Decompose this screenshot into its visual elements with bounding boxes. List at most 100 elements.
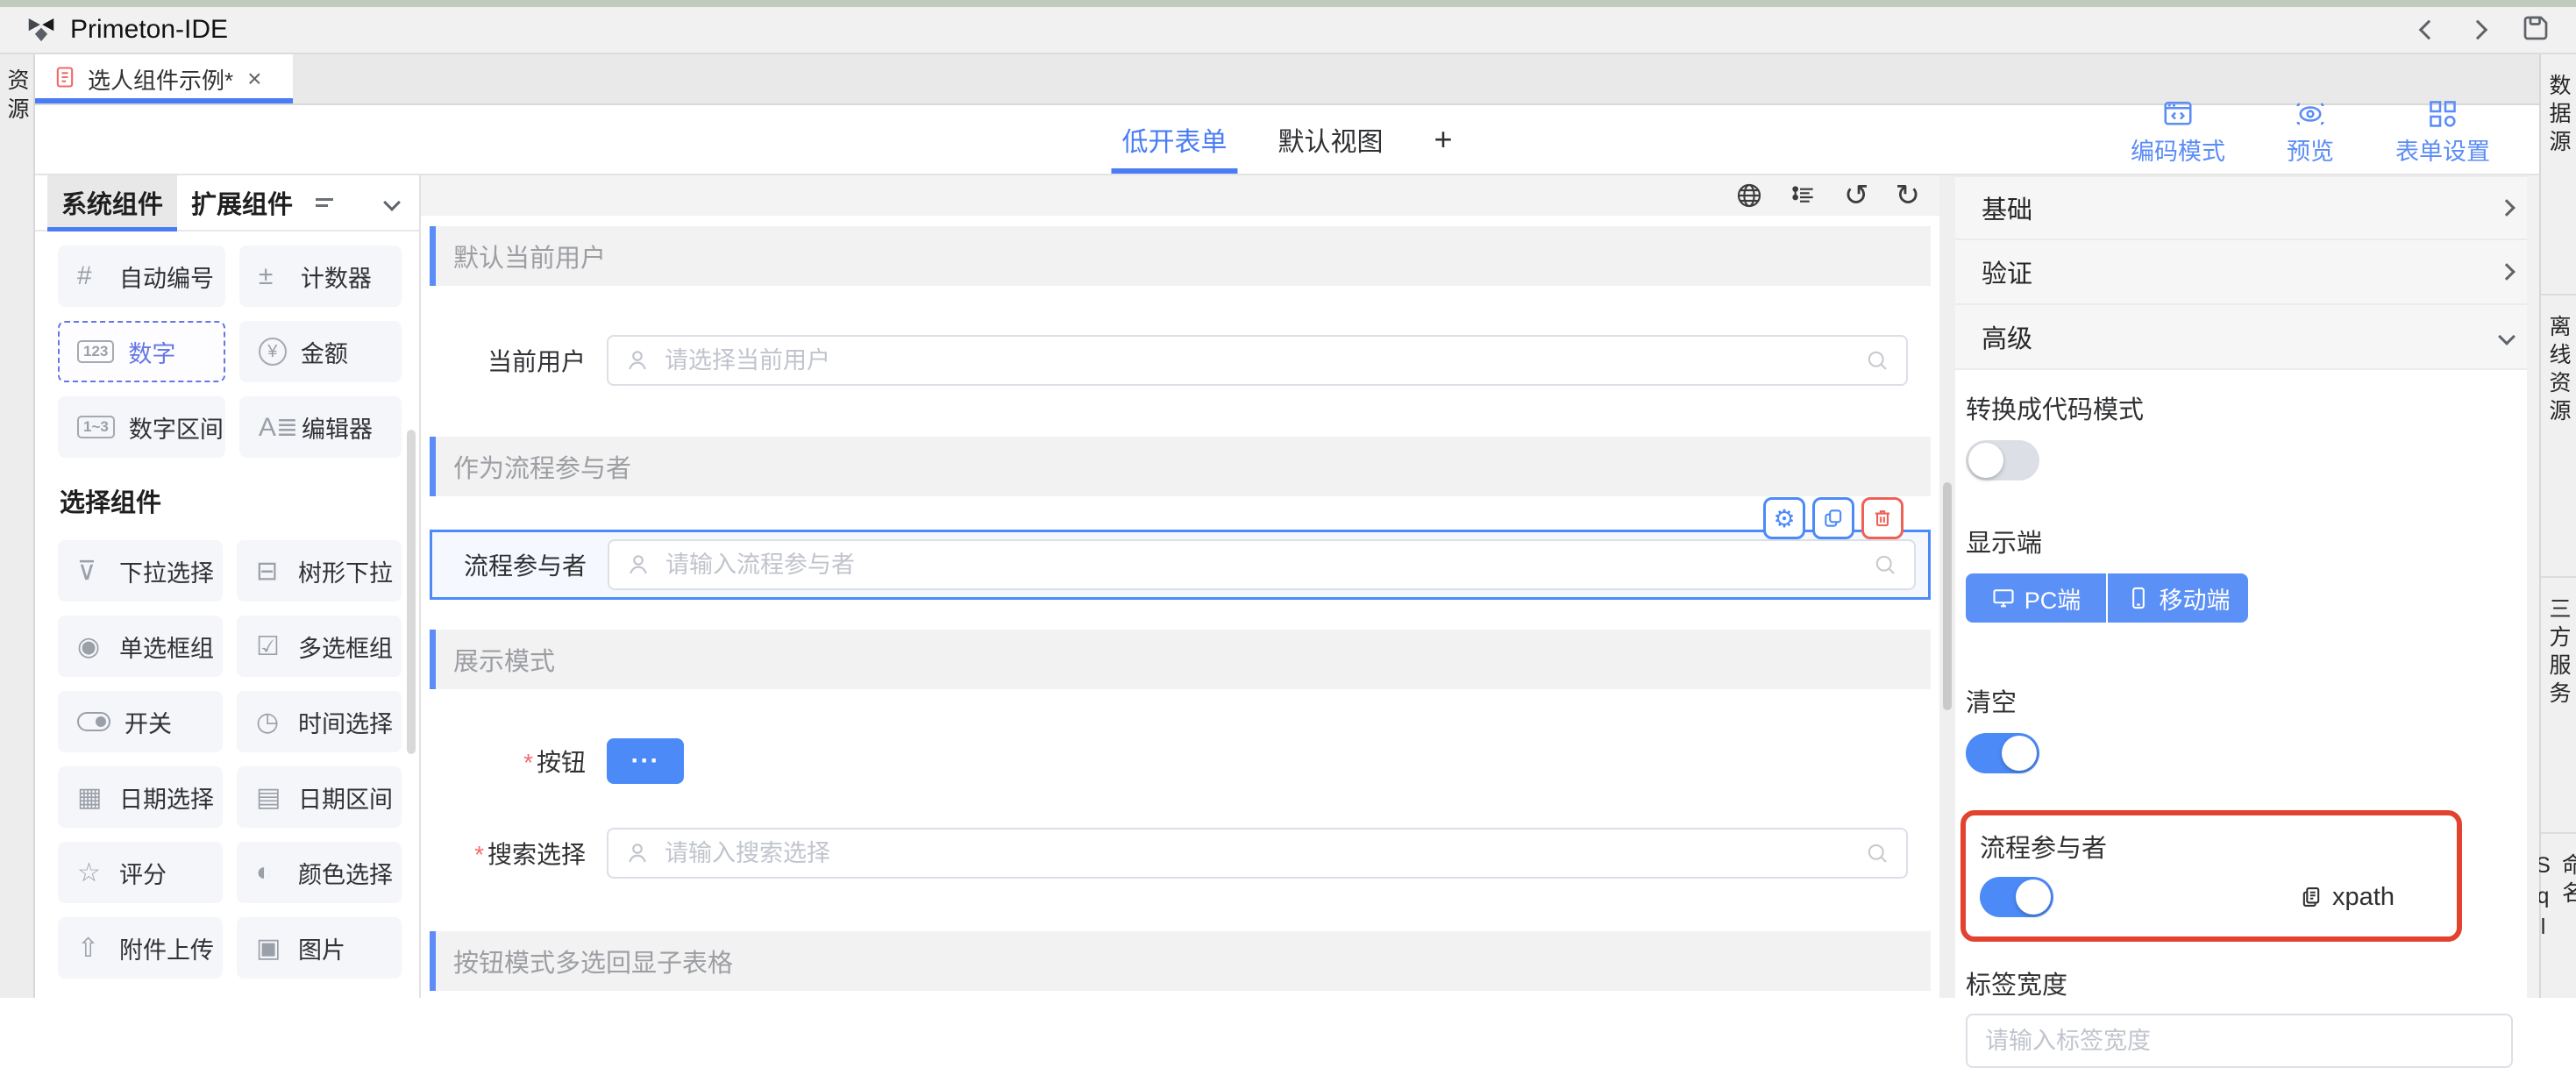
current-user-input-box[interactable] <box>607 335 1908 386</box>
component-item-editor[interactable]: A≣编辑器 <box>239 396 402 458</box>
display-side-segmented: PC端 移动端 <box>1966 573 2248 623</box>
participant-toggle[interactable] <box>1980 877 2053 917</box>
outline-tree-icon[interactable] <box>1790 182 1818 210</box>
dropdown-icon: ⊽ <box>77 556 116 587</box>
section-header-display-mode[interactable]: 展示模式 <box>430 630 1931 689</box>
tab-default-view[interactable]: 默认视图 <box>1277 105 1383 174</box>
current-user-input[interactable] <box>663 346 1864 375</box>
nav-back-icon[interactable] <box>2419 20 2439 40</box>
right-rail-named-sql[interactable]: 命名Sql <box>2541 834 2576 998</box>
component-panel-scrollbar[interactable] <box>407 430 416 754</box>
chevron-right-icon <box>2498 263 2516 281</box>
component-item-number-selected[interactable]: 123数字 <box>58 321 225 382</box>
chevron-right-icon <box>2498 199 2516 217</box>
code-mode-toggle-label: 转换成代码模式 <box>1966 389 2513 426</box>
canvas-toolbar: ↺ ↻ <box>421 175 1939 216</box>
component-item-date-picker[interactable]: ▦日期选择 <box>58 766 223 828</box>
field-search-select[interactable]: *搜索选择 <box>421 828 1908 879</box>
xpath-link[interactable]: xpath <box>2299 883 2395 912</box>
canvas-scrollbar[interactable] <box>1943 482 1952 710</box>
save-icon[interactable] <box>2520 12 2551 48</box>
right-rail-datasource[interactable]: 数据源 <box>2541 54 2576 295</box>
label-width-input[interactable] <box>1966 1014 2513 1068</box>
undo-icon[interactable]: ↺ <box>1844 181 1869 210</box>
component-item-color-picker[interactable]: ◐颜色选择 <box>237 842 402 903</box>
component-item-tree-dropdown[interactable]: ⊟树形下拉 <box>237 540 402 602</box>
doc-tab-active[interactable]: 选人组件示例* × <box>35 54 293 103</box>
mobile-side-button[interactable]: 移动端 <box>2108 573 2248 623</box>
component-list: #自动编号 ±计数器 123数字 ¥金额 1~3数字区间 A≣编辑器 选择组件 … <box>35 231 419 998</box>
tab-extension-components[interactable]: 扩展组件 <box>177 175 307 230</box>
component-item-date-range[interactable]: ▤日期区间 <box>237 766 402 828</box>
monitor-icon <box>1991 586 2016 610</box>
field-delete-button[interactable] <box>1861 497 1904 539</box>
clear-toggle[interactable] <box>1966 733 2039 773</box>
component-item-number-range[interactable]: 1~3数字区间 <box>58 396 225 458</box>
globe-icon[interactable] <box>1735 182 1763 210</box>
participant-input-box[interactable] <box>608 539 1916 590</box>
component-item-time-picker[interactable]: ◷时间选择 <box>237 691 402 752</box>
code-mode-toggle[interactable] <box>1966 440 2039 481</box>
form-settings-button[interactable]: 表单设置 <box>2395 98 2490 167</box>
right-rail-third-party-services[interactable]: 三方服务 <box>2541 578 2576 834</box>
component-item-switch[interactable]: 开关 <box>58 691 223 752</box>
canvas-scroll-gutter <box>1939 175 1955 998</box>
accordion-advanced[interactable]: 高级 <box>1955 305 2539 370</box>
accordion-basic[interactable]: 基础 <box>1955 175 2539 240</box>
component-item-radio-group[interactable]: ◉单选框组 <box>58 616 223 677</box>
section-header-default-current-user[interactable]: 默认当前用户 <box>430 226 1931 286</box>
trash-icon <box>1871 507 1894 530</box>
document-icon <box>53 65 77 94</box>
person-picker-button[interactable]: ··· <box>607 738 684 784</box>
component-item-amount[interactable]: ¥金额 <box>239 321 402 382</box>
tab-low-code-form[interactable]: 低开表单 <box>1121 105 1227 174</box>
radio-group-icon: ◉ <box>77 631 116 662</box>
field-participant-selected[interactable]: 流程参与者 ⚙ <box>430 530 1931 600</box>
field-settings-gear-button[interactable]: ⚙ <box>1763 497 1805 539</box>
section-header-as-participant[interactable]: 作为流程参与者 <box>430 437 1931 496</box>
field-current-user[interactable]: 当前用户 <box>421 335 1908 386</box>
component-item-attachment-upload[interactable]: ⇧附件上传 <box>58 917 223 979</box>
add-view-button[interactable]: + <box>1434 105 1452 174</box>
code-mode-label: 编码模式 <box>2131 132 2225 167</box>
redo-icon[interactable]: ↻ <box>1896 181 1921 210</box>
chevron-down-icon <box>2498 328 2516 345</box>
pc-side-button[interactable]: PC端 <box>1966 573 2108 623</box>
collapse-panel-chevron-icon[interactable] <box>383 194 401 211</box>
display-side-label: 显示端 <box>1966 523 2513 559</box>
app-window: Primeton-IDE 资源 选人组件示例* × <box>0 0 2576 998</box>
nav-forward-icon[interactable] <box>2468 20 2488 40</box>
right-rail-offline-resources[interactable]: 离线资源 <box>2541 295 2576 578</box>
search-select-input[interactable] <box>663 839 1864 868</box>
participant-input[interactable] <box>664 551 1872 580</box>
field-action-buttons: ⚙ <box>1763 497 1904 539</box>
section-header-button-mode-subtable[interactable]: 按钮模式多选回显子表格 <box>430 931 1931 991</box>
field-copy-button[interactable] <box>1812 497 1854 539</box>
component-item-counter[interactable]: ±计数器 <box>239 246 402 307</box>
preview-button[interactable]: 预览 <box>2287 98 2334 167</box>
search-select-input-box[interactable] <box>607 828 1908 879</box>
field-button-mode[interactable]: *按钮 ··· <box>421 738 1908 784</box>
app-title: Primeton-IDE <box>70 15 228 45</box>
component-item-autonumber[interactable]: #自动编号 <box>58 246 225 307</box>
left-rail-resources[interactable]: 资源 <box>1 54 32 998</box>
component-item-dropdown[interactable]: ⊽下拉选择 <box>58 540 223 602</box>
upload-icon: ⇧ <box>77 933 116 964</box>
component-panel: 系统组件 扩展组件 #自动编号 ±计数器 123数字 ¥金额 1~3数字区间 A… <box>35 175 421 998</box>
code-mode-button[interactable]: 编码模式 <box>2131 98 2225 167</box>
copy-doc-icon <box>2299 885 2323 909</box>
component-item-checkbox-group[interactable]: ☑多选框组 <box>237 616 402 677</box>
accordion-validation[interactable]: 验证 <box>1955 240 2539 305</box>
star-icon: ☆ <box>77 858 116 888</box>
close-icon[interactable]: × <box>247 67 261 91</box>
component-list-icon[interactable] <box>316 198 333 207</box>
component-item-image[interactable]: ▣图片 <box>237 917 402 979</box>
clock-icon: ◷ <box>256 707 295 737</box>
preview-label: 预览 <box>2287 132 2334 167</box>
label-width-label: 标签宽度 <box>1966 965 2513 1001</box>
clear-toggle-label: 清空 <box>1966 682 2513 719</box>
field-label: *按钮 <box>421 744 607 779</box>
tab-system-components[interactable]: 系统组件 <box>47 175 177 230</box>
component-item-rating[interactable]: ☆评分 <box>58 842 223 903</box>
calendar-icon: ▦ <box>77 782 116 813</box>
